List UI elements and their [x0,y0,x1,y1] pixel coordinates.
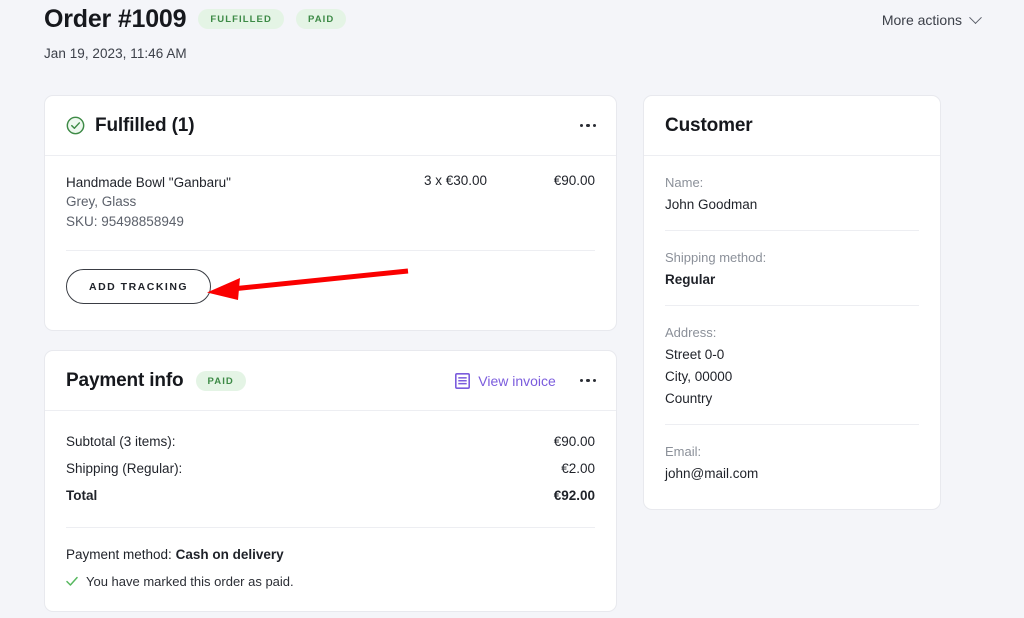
more-actions-label: More actions [882,12,962,28]
check-icon [66,576,78,587]
field-value: Street 0-0 City, 00000 Country [665,344,919,410]
customer-field-shipping-method: Shipping method: Regular [644,231,940,305]
payment-row-label: Total [66,482,97,509]
status-badge-paid: PAID [296,9,346,29]
payment-status-badge: PAID [196,371,246,391]
fulfilled-card-body: Handmade Bowl "Ganbaru" Grey, Glass SKU:… [45,156,616,304]
fulfilled-more-menu-icon[interactable] [578,118,598,133]
more-actions-button[interactable]: More actions [882,12,980,28]
customer-card: Customer Name: John Goodman Shipping met… [643,95,941,510]
title-row: Order #1009 FULFILLED PAID [44,4,980,34]
payment-row-value: €90.00 [554,428,595,455]
payment-method: Payment method: Cash on delivery [66,545,595,565]
field-value: Regular [665,269,919,291]
line-item-name: Handmade Bowl "Ganbaru" [66,173,395,192]
order-detail-page: Order #1009 FULFILLED PAID Jan 19, 2023,… [0,0,1024,618]
customer-title: Customer [665,115,752,137]
field-label: Address: [665,322,919,344]
payment-info-title: Payment info [66,370,184,392]
line-item-quantity-price: 3 x €30.00 [395,173,515,188]
payment-method-value: Cash on delivery [176,547,284,562]
add-tracking-button[interactable]: ADD TRACKING [66,269,211,304]
divider [66,527,595,528]
chevron-down-icon [969,11,982,24]
fulfilled-card-header: Fulfilled (1) [45,96,616,156]
page-title: Order #1009 [44,4,186,34]
invoice-document-icon [455,373,470,389]
page-header: Order #1009 FULFILLED PAID Jan 19, 2023,… [44,4,980,64]
payment-row-value: €92.00 [554,482,595,509]
payment-row-shipping: Shipping (Regular): €2.00 [66,455,595,482]
customer-field-address: Address: Street 0-0 City, 00000 Country [644,306,940,424]
field-value: john@mail.com [665,463,919,485]
status-badge-fulfilled: FULFILLED [198,9,284,29]
payment-row-total: Total €92.00 [66,482,595,509]
field-label: Shipping method: [665,247,919,269]
view-invoice-label: View invoice [478,373,556,389]
line-item-total: €90.00 [515,173,595,188]
customer-field-email: Email: john@mail.com [644,425,940,499]
payment-summary: Subtotal (3 items): €90.00 Shipping (Reg… [66,428,595,509]
line-item-variant: Grey, Glass [66,192,395,212]
payment-card-body: Subtotal (3 items): €90.00 Shipping (Reg… [45,411,616,589]
payment-info-card: Payment info PAID View invoice Subtotal … [44,350,617,612]
check-circle-icon [66,116,85,135]
line-item-details: Handmade Bowl "Ganbaru" Grey, Glass SKU:… [66,173,395,232]
field-value: John Goodman [665,194,919,216]
paid-confirmation-text: You have marked this order as paid. [86,574,294,589]
fulfilled-card: Fulfilled (1) Handmade Bowl "Ganbaru" Gr… [44,95,617,331]
line-item: Handmade Bowl "Ganbaru" Grey, Glass SKU:… [66,173,595,232]
payment-row-subtotal: Subtotal (3 items): €90.00 [66,428,595,455]
customer-field-name: Name: John Goodman [644,156,940,230]
payment-row-label: Shipping (Regular): [66,455,182,482]
payment-more-menu-icon[interactable] [578,373,598,388]
payment-row-value: €2.00 [561,455,595,482]
view-invoice-link[interactable]: View invoice [455,373,556,389]
payment-method-label: Payment method: [66,547,172,562]
paid-confirmation: You have marked this order as paid. [66,574,595,589]
field-label: Email: [665,441,919,463]
payment-card-header: Payment info PAID View invoice [45,351,616,411]
order-date: Jan 19, 2023, 11:46 AM [44,46,980,61]
divider [66,250,595,251]
customer-card-header: Customer [644,96,940,156]
line-item-sku: SKU: 95498858949 [66,212,395,232]
fulfilled-title: Fulfilled (1) [95,115,194,137]
payment-row-label: Subtotal (3 items): [66,428,176,455]
field-label: Name: [665,172,919,194]
